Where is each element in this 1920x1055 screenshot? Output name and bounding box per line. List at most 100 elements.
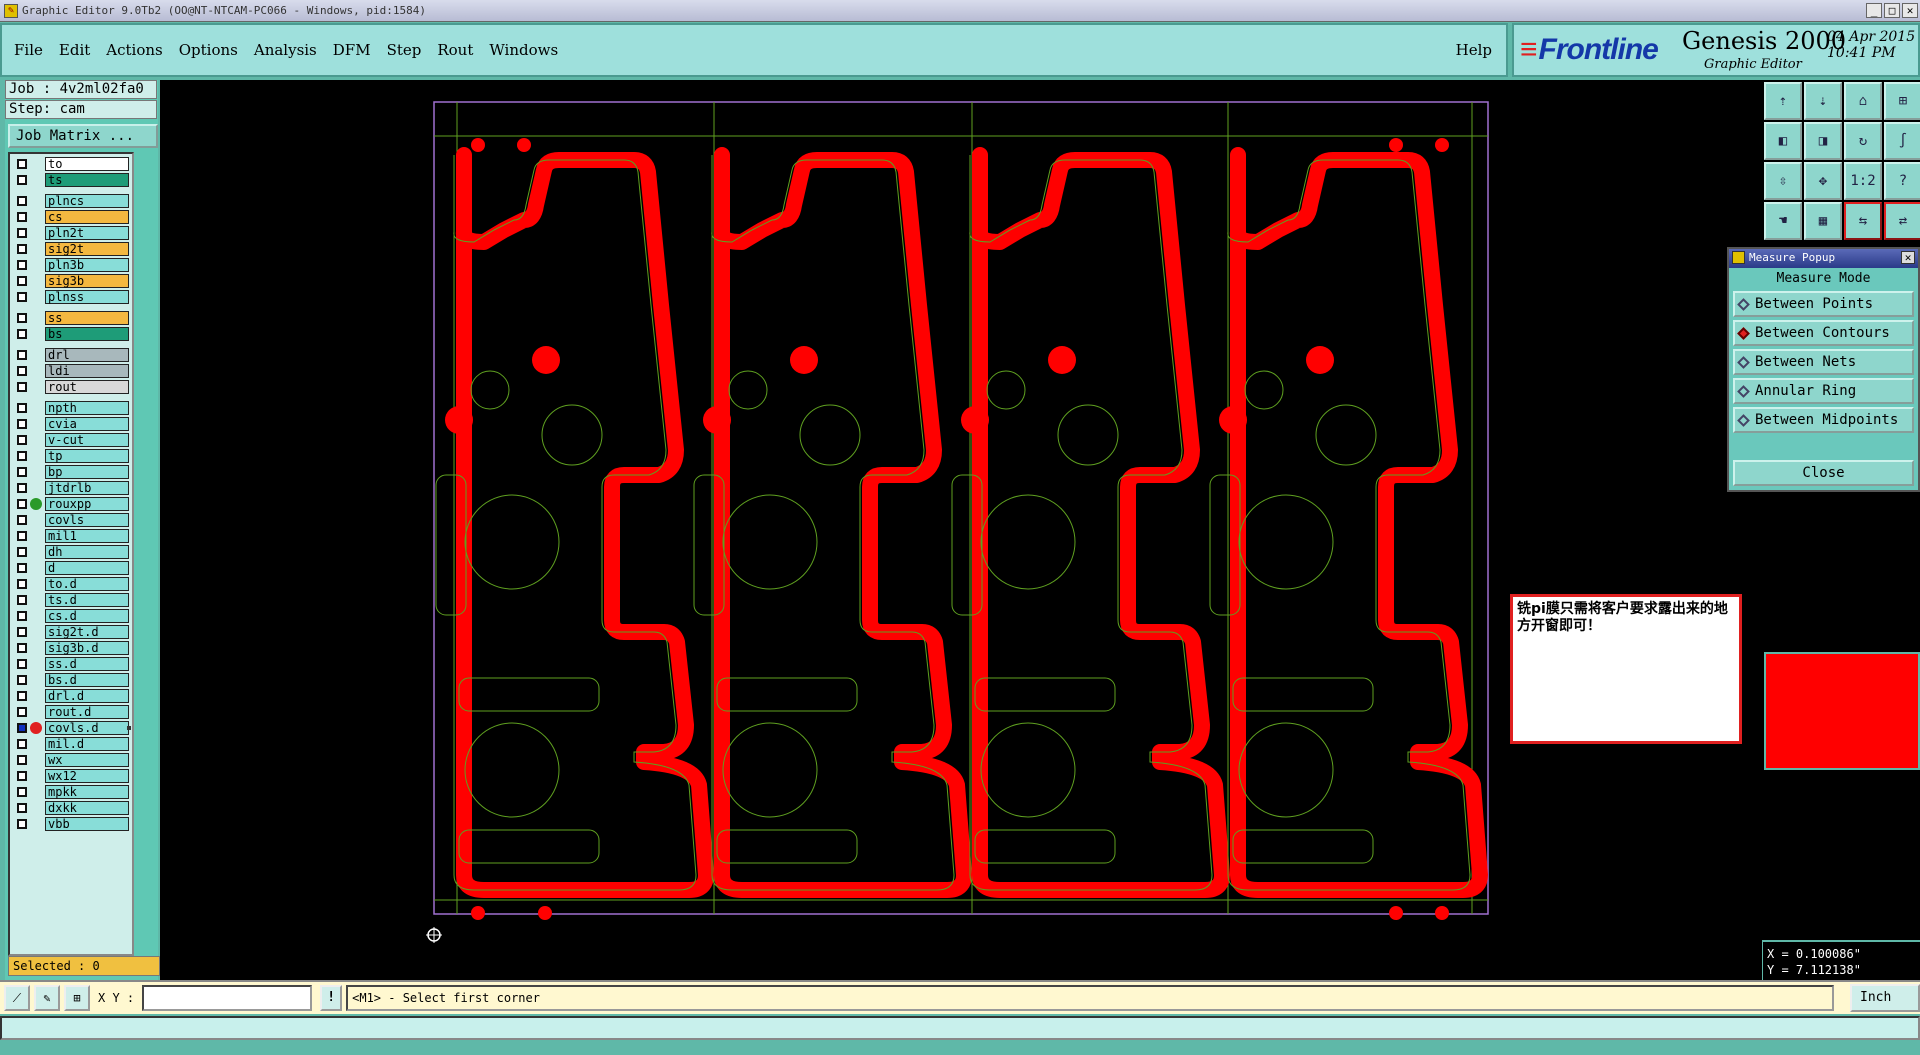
layer-row[interactable]: ss xyxy=(13,310,129,326)
graphic-canvas[interactable] xyxy=(160,80,1762,980)
layer-name[interactable]: ldi xyxy=(45,364,129,378)
layer-checkbox[interactable] xyxy=(17,419,27,429)
layer-name[interactable]: ss xyxy=(45,311,129,325)
menu-step[interactable]: Step xyxy=(387,41,422,59)
layer-name[interactable]: drl.d xyxy=(45,689,129,703)
grid-snap-icon[interactable]: ⊞ xyxy=(64,985,90,1011)
layer-checkbox[interactable] xyxy=(17,366,27,376)
layer-checkbox[interactable] xyxy=(17,723,27,733)
layer-name[interactable]: d xyxy=(45,561,129,575)
layer-checkbox[interactable] xyxy=(17,675,27,685)
layer-checkbox[interactable] xyxy=(17,595,27,605)
layer-name[interactable]: tp xyxy=(45,449,129,463)
layer-row[interactable]: pln3b xyxy=(13,257,129,273)
layer-name[interactable]: rout.d xyxy=(45,705,129,719)
layer-checkbox[interactable] xyxy=(17,244,27,254)
layer-checkbox[interactable] xyxy=(17,771,27,781)
layer-name[interactable]: bp xyxy=(45,465,129,479)
layer-row[interactable]: bs.d xyxy=(13,672,129,688)
layer-checkbox[interactable] xyxy=(17,563,27,573)
layer-checkbox[interactable] xyxy=(17,467,27,477)
layer-row[interactable]: bp xyxy=(13,464,129,480)
layer-checkbox[interactable] xyxy=(17,159,27,169)
popup-close-icon[interactable]: ✕ xyxy=(1901,251,1915,264)
layer-name[interactable]: rouxpp xyxy=(45,497,129,511)
layer-row[interactable]: covls.d xyxy=(13,720,131,736)
layer-name[interactable]: covls xyxy=(45,513,129,527)
layer-checkbox[interactable] xyxy=(17,579,27,589)
layer-checkbox[interactable] xyxy=(17,707,27,717)
layer-down-icon[interactable]: ⇣ xyxy=(1804,82,1842,120)
layer-row[interactable]: d xyxy=(13,560,129,576)
maximize-button[interactable]: □ xyxy=(1884,3,1900,18)
layer-name[interactable]: cvia xyxy=(45,417,129,431)
layer-checkbox[interactable] xyxy=(17,435,27,445)
layer-row[interactable]: mpkk xyxy=(13,784,129,800)
measure-option[interactable]: Between Nets xyxy=(1733,349,1914,375)
layer-checkbox[interactable] xyxy=(17,787,27,797)
layer-name[interactable]: covls.d xyxy=(45,721,129,735)
help-menu[interactable]: Help xyxy=(1456,41,1492,59)
grid-icon[interactable]: ▦ xyxy=(1804,202,1842,240)
snap-icon[interactable]: ∫ xyxy=(1884,122,1920,160)
layer-name[interactable]: vbb xyxy=(45,817,129,831)
layer-row[interactable]: wx12 xyxy=(13,768,129,784)
menu-windows[interactable]: Windows xyxy=(489,41,558,59)
layer-checkbox[interactable] xyxy=(17,755,27,765)
job-matrix-button[interactable]: Job Matrix ... xyxy=(8,124,158,148)
layer-name[interactable]: ss.d xyxy=(45,657,129,671)
layer-checkbox[interactable] xyxy=(17,329,27,339)
layer-name[interactable]: sig3b.d xyxy=(45,641,129,655)
layer-row[interactable]: vbb xyxy=(13,816,129,832)
home-icon[interactable]: ⌂ xyxy=(1844,82,1882,120)
layer-name[interactable]: cs xyxy=(45,210,129,224)
layer-checkbox[interactable] xyxy=(17,313,27,323)
measure-icon[interactable]: ⇆ xyxy=(1844,202,1882,240)
layer-row[interactable]: to xyxy=(13,156,129,172)
draw-tool-icon[interactable]: ✎ xyxy=(34,985,60,1011)
layer-checkbox[interactable] xyxy=(17,611,27,621)
layer-row[interactable]: dh xyxy=(13,544,129,560)
menu-file[interactable]: File xyxy=(14,41,43,59)
line-tool-icon[interactable]: ⟋ xyxy=(4,985,30,1011)
layer-name[interactable]: jtdrlb xyxy=(45,481,129,495)
layer-row[interactable]: pln2t xyxy=(13,225,129,241)
layer-row[interactable]: cs xyxy=(13,209,129,225)
layer-name[interactable]: bs.d xyxy=(45,673,129,687)
pan-right-icon[interactable]: ◨ xyxy=(1804,122,1842,160)
layer-row[interactable]: covls xyxy=(13,512,129,528)
layer-row[interactable]: drl xyxy=(13,347,129,363)
layer-checkbox[interactable] xyxy=(17,451,27,461)
layer-name[interactable]: plncs xyxy=(45,194,129,208)
layer-checkbox[interactable] xyxy=(17,819,27,829)
split-view-icon[interactable]: ⊞ xyxy=(1884,82,1920,120)
xy-input[interactable] xyxy=(142,985,313,1011)
layer-row[interactable]: rout.d xyxy=(13,704,129,720)
layer-name[interactable]: cs.d xyxy=(45,609,129,623)
layer-checkbox[interactable] xyxy=(17,350,27,360)
layer-checkbox[interactable] xyxy=(17,515,27,525)
layer-row[interactable]: to.d xyxy=(13,576,129,592)
layer-row[interactable]: plnss xyxy=(13,289,129,305)
layer-checkbox[interactable] xyxy=(17,643,27,653)
zoom-fit-icon[interactable]: ⇳ xyxy=(1764,162,1802,200)
layer-checkbox[interactable] xyxy=(17,691,27,701)
layer-name[interactable]: to xyxy=(45,157,129,171)
layer-row[interactable]: bs xyxy=(13,326,129,342)
layer-up-icon[interactable]: ⇡ xyxy=(1764,82,1802,120)
layer-name[interactable]: pln3b xyxy=(45,258,129,272)
layer-row[interactable]: ts.d xyxy=(13,592,129,608)
close-button[interactable]: Close xyxy=(1733,460,1914,486)
minimize-button[interactable]: _ xyxy=(1866,3,1882,18)
measure-alt-icon[interactable]: ⇄ xyxy=(1884,202,1920,240)
info-button[interactable]: ! xyxy=(320,985,343,1011)
layer-name[interactable]: bs xyxy=(45,327,129,341)
measure-option[interactable]: Annular Ring xyxy=(1733,378,1914,404)
rotate-icon[interactable]: ↻ xyxy=(1844,122,1882,160)
layer-row[interactable]: sig2t.d xyxy=(13,624,129,640)
layer-name[interactable]: mil1 xyxy=(45,529,129,543)
layer-checkbox[interactable] xyxy=(17,228,27,238)
layer-row[interactable]: cvia xyxy=(13,416,129,432)
close-window-button[interactable]: ✕ xyxy=(1902,3,1918,18)
layer-row[interactable]: wx xyxy=(13,752,129,768)
